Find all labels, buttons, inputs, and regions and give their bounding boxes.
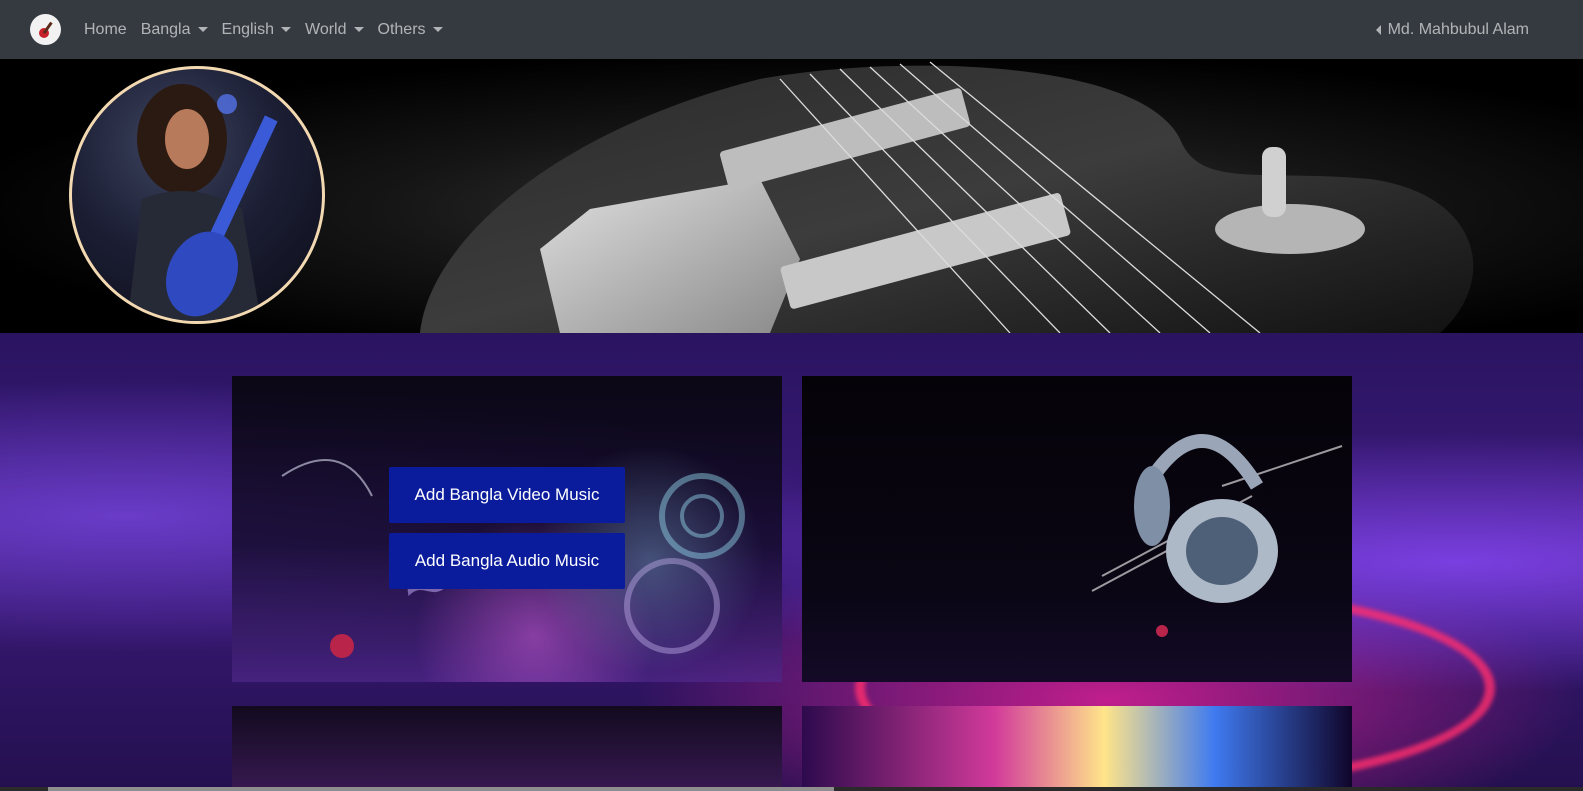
caret-down-icon (281, 27, 291, 32)
add-bangla-video-music-button[interactable]: Add Bangla Video Music (389, 467, 625, 523)
caret-left-icon (1375, 24, 1381, 35)
nav-english-dropdown[interactable]: English (222, 21, 291, 39)
music-notes-artwork (281, 459, 745, 658)
brand-logo-icon[interactable] (30, 14, 61, 45)
horizontal-scrollbar-thumb[interactable] (48, 787, 834, 791)
caret-down-icon (353, 27, 364, 32)
bottom-right-card (802, 706, 1352, 791)
caret-down-icon (432, 27, 443, 32)
headphones-artwork (1091, 434, 1343, 637)
user-name: Md. Mahbubul Alam (1387, 20, 1529, 38)
add-bangla-audio-music-button[interactable]: Add Bangla Audio Music (389, 533, 625, 589)
nav-home[interactable]: Home (84, 21, 127, 39)
nav-world-dropdown[interactable]: World (305, 21, 364, 39)
nav-bangla-dropdown[interactable]: Bangla (141, 21, 208, 39)
bangla-music-card: ~~~ Add Bangla Video Music Add Bangla Au… (232, 376, 782, 682)
nav-others-dropdown[interactable]: Others (378, 21, 443, 39)
top-navbar: Home Bangla English World Others Md. Mah… (0, 0, 1583, 59)
bottom-left-card (232, 706, 782, 791)
headphones-card (802, 376, 1352, 682)
user-menu[interactable]: Md. Mahbubul Alam (1375, 0, 1529, 59)
content-section: ~~~ Add Bangla Video Music Add Bangla Au… (0, 333, 1583, 791)
caret-down-icon (197, 27, 208, 32)
profile-avatar (69, 66, 325, 324)
